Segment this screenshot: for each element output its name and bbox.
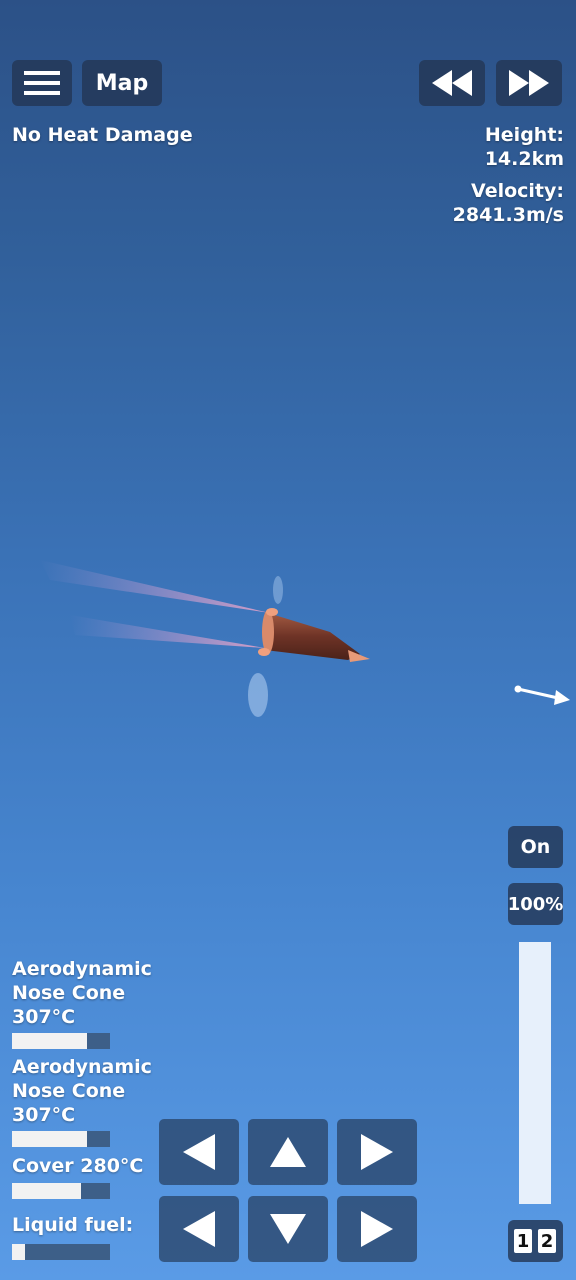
map-button-label: Map	[95, 70, 149, 96]
rocket	[258, 608, 370, 662]
part-1-temp-bar	[12, 1033, 110, 1049]
part-1-temp: 307°C	[12, 1006, 76, 1028]
part-1-line1: Aerodynamic	[12, 958, 152, 980]
fast-forward-icon	[509, 70, 549, 96]
pitch-left-button[interactable]	[159, 1119, 239, 1185]
throttle-percent-button[interactable]: 100%	[508, 883, 563, 925]
map-button[interactable]: Map	[82, 60, 162, 106]
hamburger-icon	[24, 71, 60, 95]
menu-button[interactable]	[12, 60, 72, 106]
rotate-right-button[interactable]	[337, 1196, 417, 1262]
height-label: Height:	[484, 124, 564, 146]
direction-indicator-icon	[514, 685, 570, 705]
part-1-temp-bar-fill	[12, 1033, 88, 1049]
rotate-left-icon	[183, 1211, 215, 1247]
part-2-line2: Nose Cone	[12, 1080, 126, 1102]
part-3-temp-bar	[12, 1183, 110, 1199]
fuel-bar	[12, 1244, 110, 1260]
velocity-label: Velocity:	[471, 180, 564, 202]
exhaust-trail-upper	[40, 560, 270, 613]
rotate-left-button[interactable]	[159, 1196, 239, 1262]
pitch-up-button[interactable]	[248, 1119, 328, 1185]
engine-toggle-label: On	[520, 836, 551, 858]
part-1-line2: Nose Cone	[12, 982, 126, 1004]
left-arrow-icon	[183, 1134, 215, 1170]
stage-selector[interactable]: 1 2	[508, 1220, 563, 1262]
down-arrow-icon	[270, 1214, 306, 1244]
part-3-name-temp: Cover 280°C	[12, 1155, 144, 1177]
right-arrow-icon	[361, 1134, 393, 1170]
part-2-line1: Aerodynamic	[12, 1056, 152, 1078]
rewind-icon	[432, 70, 472, 96]
velocity-value: 2841.3m/s	[452, 204, 564, 226]
part-2-temp: 307°C	[12, 1104, 76, 1126]
throttle-slider[interactable]	[519, 942, 551, 1204]
heat-status-text: No Heat Damage	[12, 124, 193, 146]
part-3-temp-bar-fill	[12, 1183, 81, 1199]
part-2-temp-bar	[12, 1131, 110, 1147]
rocket-scene	[40, 560, 370, 717]
stage-1-chip[interactable]: 1	[514, 1229, 532, 1253]
pitch-down-button[interactable]	[248, 1196, 328, 1262]
rotate-right-icon	[361, 1211, 393, 1247]
exhaust-trail-lower	[70, 615, 265, 648]
fuel-label: Liquid fuel:	[12, 1214, 134, 1236]
fuel-bar-fill	[12, 1244, 25, 1260]
up-arrow-icon	[270, 1137, 306, 1167]
throttle-percent-label: 100%	[507, 893, 564, 915]
engine-toggle-button[interactable]: On	[508, 826, 563, 868]
part-2-temp-bar-fill	[12, 1131, 88, 1147]
pitch-right-button[interactable]	[337, 1119, 417, 1185]
rewind-button[interactable]	[419, 60, 485, 106]
fast-forward-button[interactable]	[496, 60, 562, 106]
height-value: 14.2km	[484, 148, 564, 170]
stage-2-chip[interactable]: 2	[538, 1229, 556, 1253]
